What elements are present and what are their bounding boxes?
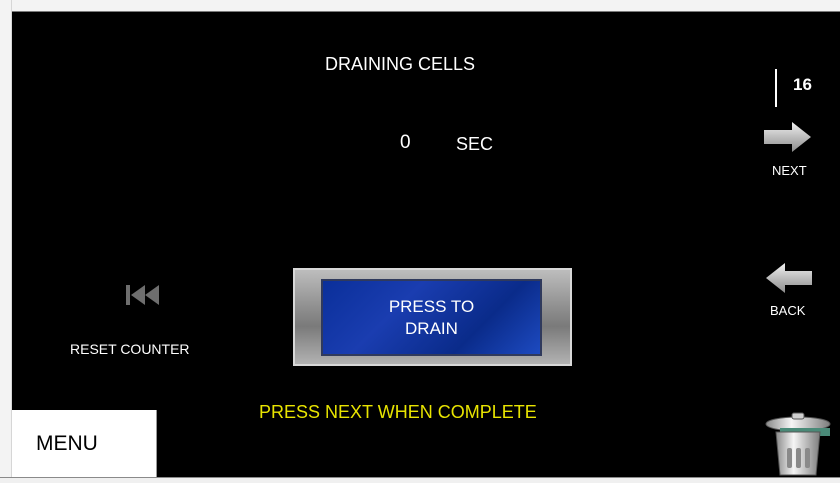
menu-label[interactable]: MENU <box>36 432 98 456</box>
press-to-drain-button[interactable]: PRESS TO DRAIN <box>293 268 572 366</box>
drain-button-label[interactable]: PRESS TO DRAIN <box>323 281 540 354</box>
next-label[interactable]: NEXT <box>772 163 807 178</box>
trash-can-icon[interactable] <box>760 408 835 476</box>
timer-unit: SEC <box>456 134 494 154</box>
back-label[interactable]: BACK <box>770 303 805 318</box>
next-arrow-icon[interactable] <box>764 121 812 153</box>
menu-button[interactable]: MENU <box>12 410 157 477</box>
timer-value: 0 <box>400 132 411 153</box>
skip-back-icon[interactable] <box>126 283 160 307</box>
window-frame-left <box>0 0 12 483</box>
reset-counter-label[interactable]: RESET COUNTER <box>70 341 190 357</box>
window-frame-bottom <box>0 477 840 483</box>
window-frame-top <box>0 0 840 12</box>
screen-title: DRAINING CELLS <box>325 54 476 74</box>
back-arrow-icon[interactable] <box>765 262 813 294</box>
drain-button-face[interactable]: PRESS TO DRAIN <box>321 279 542 356</box>
instruction-text: PRESS NEXT WHEN COMPLETE <box>259 402 537 422</box>
page-number: 16 <box>793 75 812 94</box>
